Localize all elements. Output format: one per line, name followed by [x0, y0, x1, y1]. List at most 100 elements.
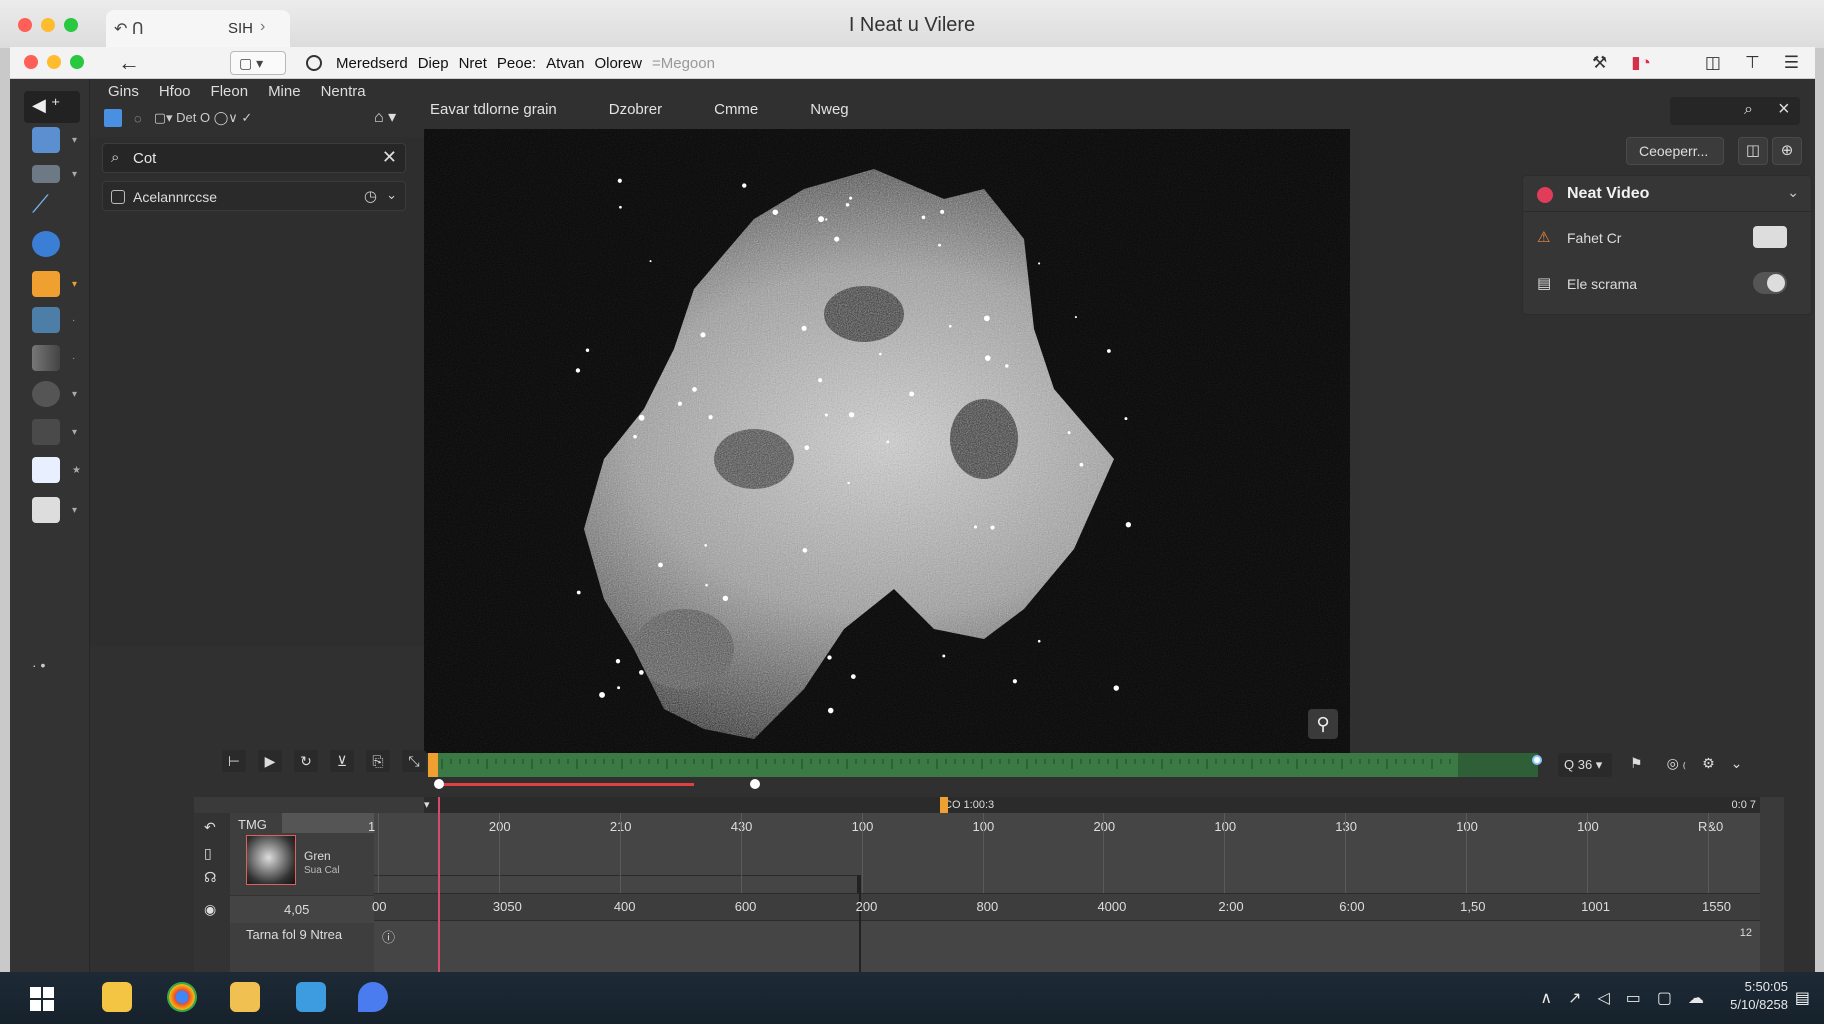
- globe-icon[interactable]: [32, 231, 66, 261]
- menu-item[interactable]: Hfoo: [159, 83, 191, 100]
- tab-nweg[interactable]: Nweg: [810, 101, 848, 118]
- color-tool[interactable]: ▾: [32, 271, 77, 301]
- chevron-down-icon[interactable]: ⌄: [1731, 755, 1743, 772]
- clock-icon[interactable]: ◷: [364, 187, 377, 205]
- display-icon[interactable]: ▭: [1626, 988, 1641, 1008]
- add-icon[interactable]: ⊕: [1772, 137, 1802, 165]
- undo-icon[interactable]: ↶: [204, 819, 216, 836]
- effect-card-header[interactable]: Neat Video ⌄: [1523, 176, 1813, 212]
- settings-icon[interactable]: ⚙: [1702, 755, 1715, 772]
- chevron-up-icon[interactable]: ∧: [1540, 988, 1552, 1008]
- toolbar-menu-dim-item[interactable]: =Megoon: [652, 55, 715, 72]
- chevron-down-icon[interactable]: ⌄: [386, 187, 397, 203]
- folder-tool[interactable]: ▾: [32, 127, 77, 157]
- play-icon[interactable]: ▶: [258, 750, 282, 772]
- start-icon[interactable]: [30, 987, 54, 1011]
- clip-thumbnail[interactable]: [246, 835, 296, 885]
- cloud-icon[interactable]: ☁: [1688, 988, 1704, 1008]
- sidebar-toggle-button[interactable]: ▢ ▾: [230, 51, 286, 75]
- chevron-down-icon[interactable]: ⌄: [1787, 184, 1799, 201]
- battery-icon[interactable]: ▢: [1657, 988, 1672, 1008]
- back-tool-button[interactable]: ◀ ⁺: [24, 91, 80, 123]
- flag-icon[interactable]: ⚑: [1630, 755, 1643, 772]
- home-icon[interactable]: ⌂ ▾: [374, 107, 396, 127]
- inner-window-controls[interactable]: [24, 55, 84, 69]
- tab-dzobrer[interactable]: Dzobrer: [609, 101, 662, 118]
- folder-icon[interactable]: [296, 982, 326, 1012]
- mini-toolbar-text[interactable]: ▢▾ Det O ◯∨ ✓: [154, 110, 253, 126]
- layout-icon[interactable]: ◫: [1738, 137, 1768, 165]
- toolbar-menu-item[interactable]: Diep: [418, 55, 449, 72]
- right-search-field[interactable]: ⌕ ×: [1670, 97, 1800, 125]
- maps-icon[interactable]: [358, 982, 388, 1012]
- layers-tool[interactable]: ▾: [32, 161, 77, 191]
- right-panel-button[interactable]: Ceoeperr...: [1626, 137, 1724, 165]
- menu-item[interactable]: Fleon: [211, 83, 249, 100]
- file-explorer-icon[interactable]: [102, 982, 132, 1012]
- eye-icon[interactable]: ☊: [204, 869, 216, 886]
- loop-icon[interactable]: ↻: [294, 750, 318, 772]
- in-out-range[interactable]: [438, 783, 694, 786]
- gradient-tool[interactable]: ·: [32, 345, 75, 375]
- network-icon[interactable]: ◁: [1597, 988, 1609, 1008]
- close-icon[interactable]: [24, 55, 38, 69]
- record-icon[interactable]: ▮◔: [1631, 53, 1651, 73]
- video-viewer[interactable]: ⚲: [424, 129, 1350, 753]
- minimize-icon[interactable]: [47, 55, 61, 69]
- crop-icon[interactable]: ⤡: [402, 750, 426, 772]
- settings-icon[interactable]: ◉: [204, 901, 216, 918]
- back-arrow-icon[interactable]: ←: [118, 50, 140, 76]
- toolbar-menu-item[interactable]: Olorew: [594, 55, 642, 72]
- row-checkbox[interactable]: [111, 190, 125, 204]
- scrubber-end-handle[interactable]: [1532, 755, 1542, 765]
- share-icon[interactable]: ↗: [1568, 988, 1581, 1008]
- shield-tool[interactable]: ▾: [32, 381, 77, 411]
- menu-icon[interactable]: ☰: [1784, 53, 1799, 73]
- select-tool-icon[interactable]: [104, 109, 122, 127]
- trim-icon[interactable]: ⊻: [330, 750, 354, 772]
- frame-step-icon[interactable]: ⊢: [222, 750, 246, 772]
- lock-icon[interactable]: ▯: [204, 845, 212, 862]
- clock[interactable]: 5:50:05 5/10/8258: [1730, 978, 1788, 1014]
- effect-toggle[interactable]: [1753, 226, 1787, 248]
- menu-item[interactable]: Gins: [108, 83, 139, 100]
- toolbar-menu-item[interactable]: Peoe:: [497, 55, 536, 72]
- link-tool[interactable]: ·: [32, 307, 75, 337]
- mail-icon[interactable]: [230, 982, 260, 1012]
- sidebar-icon[interactable]: ◫: [1705, 53, 1721, 73]
- zoom-dropdown[interactable]: Q 36 ▾: [1558, 753, 1612, 777]
- export-icon[interactable]: ⎘: [366, 750, 390, 772]
- brush-icon[interactable]: ⟋: [32, 191, 66, 221]
- extension-icon[interactable]: ⚒: [1592, 53, 1607, 73]
- viewer-settings-icon[interactable]: ⚲: [1308, 709, 1338, 739]
- toolbar-menu-item[interactable]: Nret: [459, 55, 487, 72]
- effect-switch[interactable]: [1753, 272, 1787, 294]
- pin-icon[interactable]: ⊤: [1745, 53, 1760, 73]
- stamp-tool[interactable]: ▾: [32, 419, 77, 449]
- circle-icon[interactable]: [306, 55, 322, 71]
- toolbar-menu-item[interactable]: Meredserd: [336, 55, 408, 72]
- zoom-icon[interactable]: [70, 55, 84, 69]
- menu-item[interactable]: Mine: [268, 83, 301, 100]
- refresh-icon[interactable]: ◌: [134, 111, 142, 126]
- playhead[interactable]: [438, 797, 440, 972]
- notification-icon[interactable]: ▤: [1795, 988, 1810, 1008]
- timeline-grid[interactable]: ⓘ Tarna fol 9 Ntrea 12 12002104301001002…: [246, 813, 1760, 972]
- clip-region[interactable]: [374, 875, 859, 893]
- timeline[interactable]: ▾ CO 1:00:3 0:0 7 ↶ ▯ ☊ ◉ TMG Gren Sua C…: [194, 797, 1784, 972]
- in-point-handle[interactable]: [434, 779, 444, 789]
- document-tool[interactable]: ★: [32, 457, 81, 487]
- out-point-handle[interactable]: [750, 779, 760, 789]
- menu-item[interactable]: Nentra: [321, 83, 366, 100]
- close-icon[interactable]: ×: [1778, 98, 1790, 121]
- left-panel-row[interactable]: Acelannrccse ◷ ⌄: [102, 181, 406, 211]
- search-input[interactable]: ⌕ Cot ✕: [102, 143, 406, 173]
- tab-grain[interactable]: Eavar tdlorne grain: [430, 101, 557, 118]
- toolbar-menu-item[interactable]: Atvan: [546, 55, 584, 72]
- file-tool[interactable]: ▾: [32, 497, 77, 527]
- timeline-marker[interactable]: [940, 797, 948, 813]
- sync-icon[interactable]: ◎ ₍: [1667, 755, 1687, 772]
- scrubber-bar[interactable]: [428, 753, 1538, 777]
- clear-search-icon[interactable]: ✕: [382, 147, 397, 168]
- chrome-icon[interactable]: [167, 982, 197, 1012]
